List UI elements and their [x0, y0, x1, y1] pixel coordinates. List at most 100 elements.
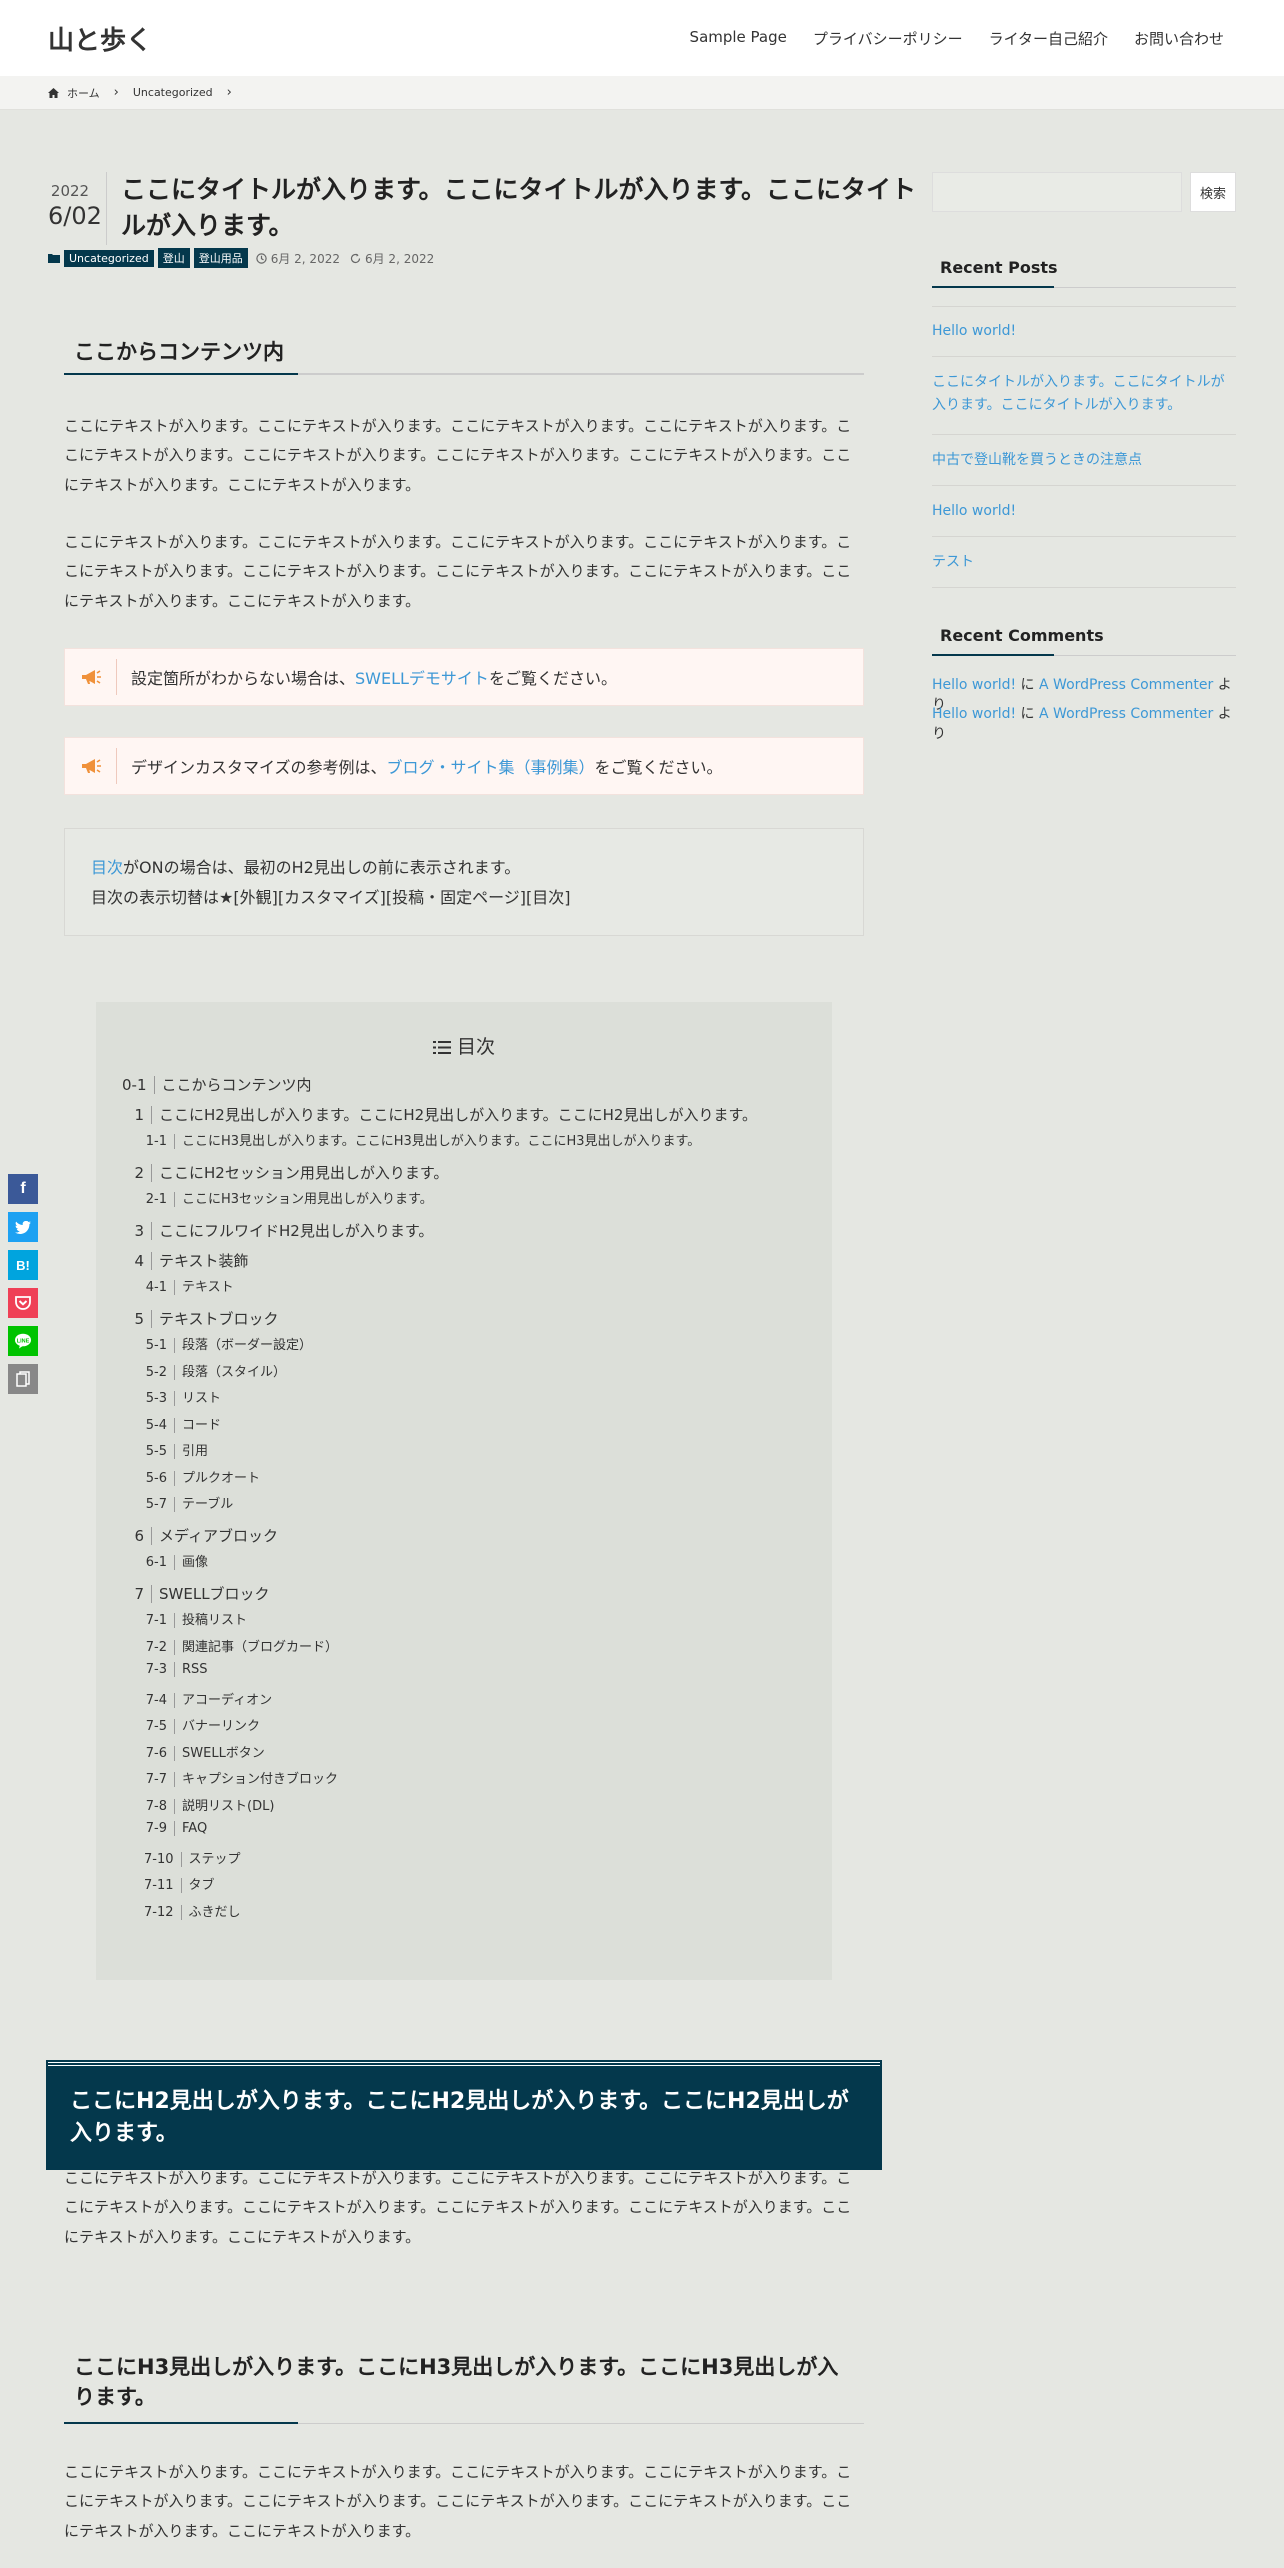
showcase-link[interactable]: ブログ・サイト集（事例集） — [387, 754, 595, 778]
comment-post-link[interactable]: Hello world! — [932, 706, 1016, 722]
swell-demo-link[interactable]: SWELLデモサイト — [355, 665, 489, 689]
toc-item[interactable]: 2-1 ここにH3セッション用見出しが入ります。 — [144, 1188, 433, 1207]
toc-item-number: 7-12 — [144, 1904, 182, 1920]
breadcrumb-home[interactable]: ホーム — [67, 85, 100, 101]
toc-item-text: 投稿リスト — [182, 1613, 248, 1628]
pocket-icon — [15, 1296, 31, 1310]
toc-item[interactable]: 5-1 段落（ボーダー設定） — [144, 1334, 312, 1353]
toc-item[interactable]: 7-5 バナーリンク — [144, 1715, 260, 1734]
share-twitter-button[interactable] — [8, 1212, 38, 1242]
toc-item[interactable]: 5-2 段落（スタイル） — [144, 1361, 286, 1380]
share-copy-button[interactable] — [8, 1364, 38, 1394]
nav-item-privacy-policy[interactable]: プライバシーポリシー — [813, 28, 963, 49]
toc-item-text: テーブル — [182, 1497, 234, 1512]
toc-item[interactable]: 6 メディアブロック — [132, 1525, 278, 1546]
facebook-icon: f — [20, 1180, 26, 1197]
breadcrumb: ホーム › Uncategorized › — [0, 76, 1284, 110]
comment-author-link[interactable]: A WordPress Commenter — [1039, 677, 1213, 693]
line-icon: LINE — [15, 1333, 31, 1349]
post-title: ここにタイトルが入ります。ここにタイトルが入ります。ここにタイトルが入ります。 — [106, 172, 922, 245]
toc-item[interactable]: 3 ここにフルワイドH2見出しが入ります。 — [132, 1220, 433, 1241]
toc-item[interactable]: 5-7 テーブル — [144, 1493, 233, 1512]
toc-item[interactable]: 5-6 プルクオート — [144, 1467, 260, 1486]
toc-item-number: 6 — [132, 1527, 152, 1545]
toc-item[interactable]: 7-6 SWELLボタン — [144, 1742, 265, 1761]
toc-item-text: 画像 — [182, 1555, 209, 1570]
toc-item[interactable]: 7-4 アコーディオン — [144, 1689, 272, 1708]
toc-item-text: ここからコンテンツ内 — [161, 1076, 312, 1094]
toc-item[interactable]: 5-3 リスト — [144, 1387, 221, 1406]
toc-item-number: 4 — [132, 1252, 152, 1270]
toc-item[interactable]: 7 SWELLブロック — [132, 1583, 270, 1604]
toc-item-text: タブ — [188, 1878, 215, 1893]
share-pocket-button[interactable] — [8, 1288, 38, 1318]
toc-item-number: 3 — [132, 1222, 152, 1240]
toc-item[interactable]: 2 ここにH2セッション用見出しが入ります。 — [132, 1162, 448, 1183]
toc-item[interactable]: 5-5 引用 — [144, 1440, 208, 1459]
comment-author-link[interactable]: A WordPress Commenter — [1039, 706, 1213, 722]
toc-link[interactable]: 目次 — [91, 858, 123, 877]
share-hatena-button[interactable]: B! — [8, 1250, 38, 1280]
toc-item[interactable]: 7-11 タブ — [144, 1874, 215, 1893]
toc-item-number: 5-2 — [144, 1364, 175, 1380]
category-tag[interactable]: 登山用品 — [193, 248, 248, 268]
recent-comment-item: Hello world! に A WordPress Commenter より — [932, 706, 1232, 742]
comment-post-link[interactable]: Hello world! — [932, 677, 1016, 693]
recent-post-link[interactable]: テスト — [932, 537, 1236, 588]
toc-item[interactable]: 7-8 説明リスト(DL) — [144, 1795, 274, 1814]
recent-post-link[interactable]: Hello world! — [932, 486, 1236, 537]
table-of-contents: 目次 0-1 ここからコンテンツ内 1 ここにH2見出しが入ります。ここにH2見出しが… — [96, 1002, 832, 1980]
search-button[interactable]: 検索 — [1190, 172, 1236, 212]
nav-item-sample-page[interactable]: Sample Page — [690, 28, 787, 49]
toc-item[interactable]: 0-1 ここからコンテンツ内 — [122, 1074, 312, 1095]
toc-item[interactable]: 7-7 キャプション付きブロック — [144, 1768, 338, 1787]
toc-item-number: 7-3 — [144, 1662, 175, 1677]
notice-box: 設定箇所がわからない場合は、 SWELLデモサイト をご覧ください。 — [64, 648, 864, 706]
modified-date: 6月 2, 2022 — [364, 251, 435, 266]
share-facebook-button[interactable]: f — [8, 1174, 38, 1204]
chevron-right-icon: › — [113, 85, 119, 100]
toc-item[interactable]: 5 テキストブロック — [132, 1308, 279, 1329]
toc-item[interactable]: 1-1 ここにH3見出しが入ります。ここにH3見出しが入ります。ここにH3見出しが… — [144, 1130, 700, 1149]
recent-post-link[interactable]: Hello world! — [932, 306, 1236, 357]
toc-item-number: 4-1 — [144, 1280, 175, 1295]
toc-item[interactable]: 6-1 画像 — [144, 1551, 208, 1570]
toc-item[interactable]: 1 ここにH2見出しが入ります。ここにH2見出しが入ります。ここにH2見出しが入り… — [132, 1104, 757, 1125]
info-box: 目次がONの場合は、最初のH2見出しの前に表示されます。 目次の表示切替は★[外… — [64, 828, 864, 936]
recent-post-link[interactable]: 中古で登山靴を買うときの注意点 — [932, 435, 1236, 486]
published-date: 6月 2, 2022 — [270, 251, 340, 266]
toc-item-text: 段落（スタイル） — [182, 1364, 287, 1380]
category-tag[interactable]: 登山 — [157, 248, 190, 268]
toc-item[interactable]: 5-4 コード — [144, 1414, 221, 1433]
breadcrumb-category[interactable]: Uncategorized — [133, 86, 213, 99]
toc-item-number: 5 — [132, 1310, 152, 1328]
toc-item[interactable]: 7-9 FAQ — [144, 1821, 207, 1836]
copy-icon — [16, 1371, 30, 1387]
search-input[interactable] — [932, 172, 1182, 212]
toc-item-number: 6-1 — [144, 1555, 175, 1570]
toc-item-text: ここにH3セッション用見出しが入ります。 — [182, 1192, 433, 1207]
toc-item[interactable]: 7-3 RSS — [144, 1662, 208, 1677]
section-heading: ここからコンテンツ内 — [64, 332, 864, 375]
toc-item[interactable]: 4 テキスト装飾 — [132, 1250, 249, 1271]
toc-item[interactable]: 7-1 投稿リスト — [144, 1609, 247, 1628]
site-logo[interactable]: 山と歩く — [48, 20, 152, 57]
toc-item[interactable]: 7-10 ステップ — [144, 1848, 241, 1867]
chevron-right-icon: › — [226, 85, 232, 100]
nav-item-writer-profile[interactable]: ライター自己紹介 — [989, 28, 1108, 49]
toc-item-number: 2-1 — [144, 1192, 175, 1207]
toc-item-text: キャプション付きブロック — [182, 1772, 339, 1787]
nav-item-contact[interactable]: お問い合わせ — [1134, 28, 1224, 49]
category-tag[interactable]: Uncategorized — [64, 249, 154, 267]
clock-icon — [256, 252, 267, 264]
toc-item-text: FAQ — [182, 1821, 208, 1836]
svg-text:LINE: LINE — [17, 1338, 30, 1344]
toc-item-number: 5-5 — [144, 1444, 175, 1459]
toc-item-text: ステップ — [188, 1851, 241, 1867]
toc-item[interactable]: 7-2 関連記事（ブログカード） — [144, 1636, 338, 1655]
toc-item-number: 7-11 — [144, 1878, 182, 1893]
recent-post-link[interactable]: ここにタイトルが入ります。ここにタイトルが入ります。ここにタイトルが入ります。 — [932, 357, 1236, 435]
toc-item[interactable]: 7-12 ふきだし — [144, 1901, 241, 1920]
toc-item[interactable]: 4-1 テキスト — [144, 1276, 234, 1295]
share-line-button[interactable]: LINE — [8, 1326, 38, 1356]
